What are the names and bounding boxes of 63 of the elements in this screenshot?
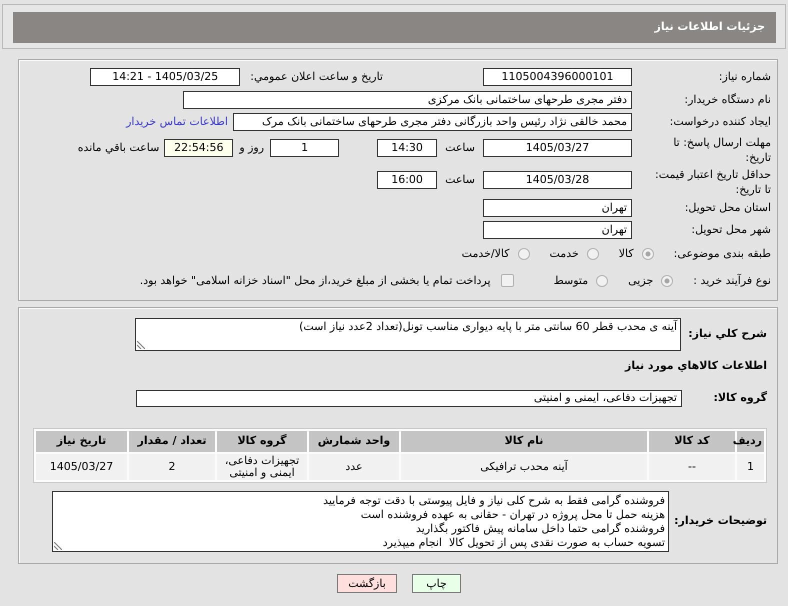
requester-field[interactable]: محمد خالقی نژاد رئیس واحد بازرگانی دفتر مجری طرحهای ساختمانی بانک مرک bbox=[233, 113, 632, 131]
section-heading: اطلاعات کالاهاي مورد نیاز bbox=[625, 359, 767, 372]
delivery-city-field[interactable]: تهران bbox=[483, 221, 632, 239]
column-header: نام کالا bbox=[401, 431, 647, 452]
table-cell: 1405/03/27 bbox=[36, 454, 127, 480]
description-text: آینه ی محدب قطر 60 سانتی متر با پایه دیواری مناسب تونل(تعداد 2عدد نیاز است) bbox=[299, 320, 677, 333]
need-number-field[interactable]: 1105004396000101 bbox=[483, 68, 632, 86]
column-header: واحد شمارش bbox=[309, 431, 399, 452]
days-label: روز و bbox=[239, 140, 264, 156]
option-label: کالا bbox=[618, 246, 634, 262]
deadline-time-field[interactable]: 14:30 bbox=[377, 139, 438, 157]
price-validity-time-field[interactable]: 16:00 bbox=[377, 171, 438, 189]
resize-grip-icon[interactable] bbox=[54, 542, 62, 550]
table-cell: تجهیزات دفاعی، ایمنی و امنیتی bbox=[217, 454, 307, 480]
field-label: حداقل تاریخ اعتبار قیمت: تا تاریخ: bbox=[654, 167, 771, 197]
field-label: ایجاد کننده درخواست: bbox=[668, 114, 771, 130]
field-label: نام دستگاه خریدار: bbox=[683, 92, 771, 108]
announcement-datetime-field[interactable]: 1405/03/25 - 14:21 bbox=[90, 68, 240, 86]
field-label: گروه کالا: bbox=[712, 391, 767, 406]
print-button[interactable]: چاپ bbox=[412, 574, 461, 593]
goods-group-field[interactable]: تجهیزات دفاعی، ایمنی و امنیتی bbox=[136, 390, 682, 407]
column-header: کد کالا bbox=[649, 431, 735, 452]
buyer-notes-field[interactable] bbox=[52, 491, 669, 552]
time-label: ساعت bbox=[445, 172, 475, 188]
table-cell: 1 bbox=[737, 454, 764, 480]
deadline-date-field[interactable]: 1405/03/27 bbox=[483, 139, 632, 157]
table-cell: 2 bbox=[129, 454, 215, 480]
field-label: توضیحات خریدار: bbox=[673, 514, 767, 529]
table-cell: -- bbox=[649, 454, 735, 480]
option-label: خدمت bbox=[550, 246, 579, 262]
delivery-province-field[interactable]: تهران bbox=[483, 199, 632, 217]
field-label: شرح کلي نیاز: bbox=[687, 327, 767, 342]
note-line: فروشنده گرامی فقط به شرح کلی نیاز و فایل پیوستی با دقت توجه فرمایید bbox=[323, 494, 665, 508]
field-label: شهر محل تحویل: bbox=[690, 222, 771, 238]
field-label: شماره نیاز: bbox=[718, 70, 771, 84]
field-label: استان محل تحویل: bbox=[684, 200, 771, 216]
time-label: ساعت bbox=[445, 140, 475, 156]
table-cell: عدد bbox=[309, 454, 399, 480]
column-header: گروه کالا bbox=[217, 431, 307, 452]
remaining-time-field[interactable]: 22:54:56 bbox=[164, 139, 234, 157]
note-line: هزینه حمل تا محل پروژه در تهران - حقانی به عهده فروشنده است bbox=[360, 508, 665, 522]
price-validity-date-field[interactable]: 1405/03/28 bbox=[483, 171, 632, 189]
table-cell: آینه محدب ترافیکی bbox=[401, 454, 647, 480]
checkbox-label: پرداخت تمام یا بخشی از مبلغ خرید،از محل "اسناد خزانه اسلامی" خواهد بود. bbox=[140, 274, 491, 288]
buyer-organization-field[interactable]: دفتر مجری طرحهای ساختمانی بانک مرکزی bbox=[183, 91, 632, 109]
description-field[interactable]: آینه ی محدب قطر 60 سانتی متر با پایه دیواری مناسب تونل(تعداد 2عدد نیاز است) bbox=[135, 318, 681, 351]
option-label: کالا/خدمت bbox=[462, 246, 510, 262]
field-label: مهلت ارسال پاسخ: تا تاریخ: bbox=[672, 135, 771, 165]
field-label: نوع فرآیند خرید : bbox=[693, 274, 771, 288]
remaining-time-label: ساعت باقي مانده bbox=[78, 140, 160, 156]
field-label: تاریخ و ساعت اعلان عمومي: bbox=[250, 70, 383, 84]
note-line: تسویه حساب به صورت نقدی پس از تحویل کالا انجام میپذیرد bbox=[382, 536, 665, 550]
resize-grip-icon[interactable] bbox=[137, 341, 145, 349]
option-label: جزیی bbox=[628, 274, 654, 288]
buyer-contact-link[interactable]: اطلاعات تماس خریدار bbox=[126, 114, 228, 130]
field-label: طبقه بندی موضوعی: bbox=[674, 246, 771, 262]
column-header: تعداد / مقدار bbox=[129, 431, 215, 452]
option-label: متوسط bbox=[554, 274, 588, 288]
remaining-days-field[interactable]: 1 bbox=[270, 139, 340, 157]
back-button[interactable]: بازگشت bbox=[337, 574, 397, 593]
page-title: جزئیات اطلاعات نیاز bbox=[654, 20, 765, 35]
note-line: فروشنده گرامی حتما داخل سامانه پیش فاکتور بگذارید bbox=[416, 522, 665, 536]
column-header: تاریخ نیاز bbox=[36, 431, 127, 452]
